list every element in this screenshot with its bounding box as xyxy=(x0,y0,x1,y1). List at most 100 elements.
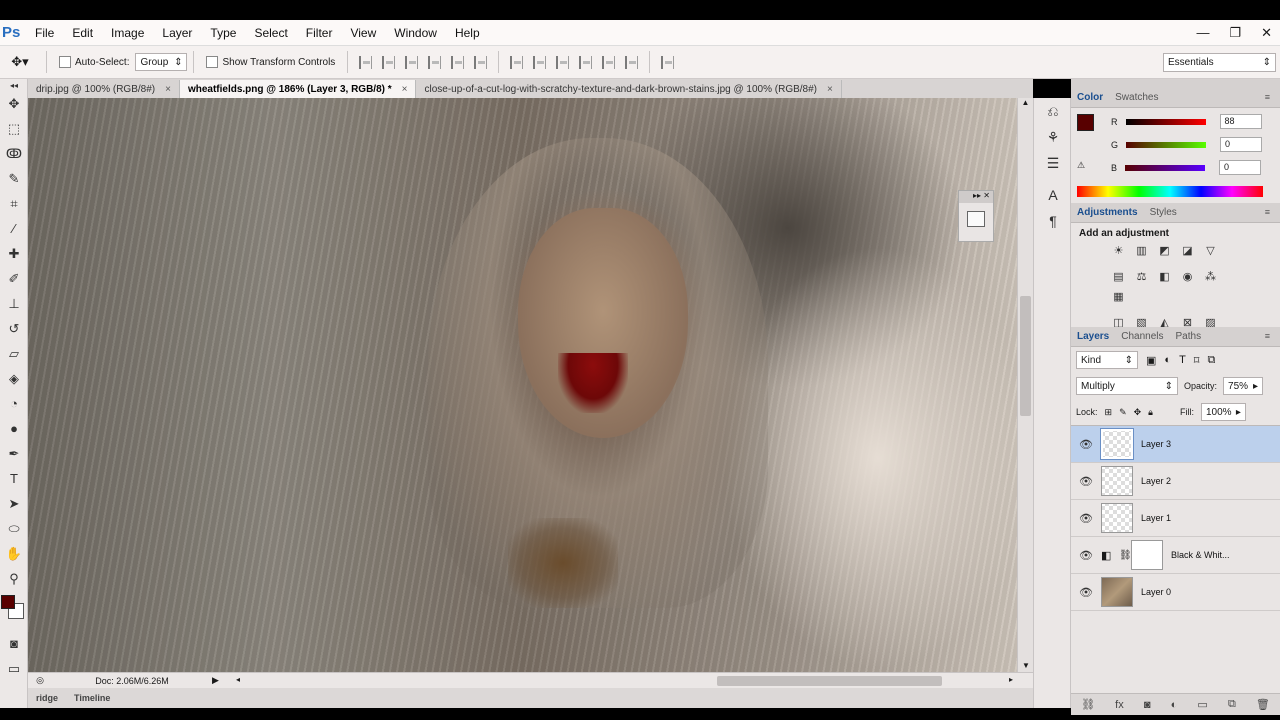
layer-row-layer-2[interactable]: 👁︎ Layer 2 xyxy=(1071,463,1280,500)
color-spectrum-ramp[interactable] xyxy=(1077,186,1263,197)
color-balance-icon[interactable]: ⚖ xyxy=(1134,270,1149,284)
minimize-button[interactable]: — xyxy=(1196,25,1209,40)
layer-name[interactable]: Layer 3 xyxy=(1141,439,1171,449)
blue-value[interactable]: 0 xyxy=(1219,160,1262,175)
pen-tool-icon[interactable]: ✒ xyxy=(0,441,28,466)
tool-presets-icon[interactable] xyxy=(967,211,985,227)
fx-icon[interactable]: fx xyxy=(1115,699,1124,711)
layer-filter-kind[interactable]: Kind ⇕ xyxy=(1076,351,1138,369)
new-adjustment-icon[interactable]: ◐ xyxy=(1171,699,1178,711)
green-value[interactable]: 0 xyxy=(1220,137,1263,152)
menu-help[interactable]: Help xyxy=(446,26,489,40)
healing-brush-tool-icon[interactable]: ✚ xyxy=(0,241,28,266)
panel-menu-icon[interactable]: ≡ xyxy=(1259,207,1276,217)
horizontal-scrollbar[interactable]: ◂ ▸ xyxy=(232,674,1033,688)
menu-view[interactable]: View xyxy=(341,26,385,40)
lock-all-icon[interactable]: 🔒︎ xyxy=(1148,407,1153,418)
layer-name[interactable]: Layer 2 xyxy=(1141,476,1171,486)
scroll-down-icon[interactable]: ▼ xyxy=(1018,661,1034,670)
quick-select-tool-icon[interactable]: ✎ xyxy=(0,166,28,191)
panel-menu-icon[interactable]: ≡ xyxy=(1259,331,1276,341)
tab-adjustments[interactable]: Adjustments xyxy=(1071,207,1144,218)
status-menu-icon[interactable]: ◎ xyxy=(28,675,52,686)
vertical-scrollbar[interactable]: ▲ ▼ xyxy=(1017,98,1033,672)
character-icon[interactable]: A xyxy=(1034,182,1072,208)
add-mask-icon[interactable]: ◙ xyxy=(1144,699,1151,711)
menu-filter[interactable]: Filter xyxy=(297,26,342,40)
doc-tab-wheatfields[interactable]: wheatfields.png @ 186% (Layer 3, RGB/8) … xyxy=(179,80,417,98)
history-icon[interactable]: ⎌ xyxy=(1034,98,1072,124)
panel-collapse-icon[interactable]: ▸▸ ✕ xyxy=(959,191,993,203)
green-slider[interactable] xyxy=(1126,141,1207,148)
lock-pixels-icon[interactable]: ✎ xyxy=(1119,407,1127,418)
marquee-tool-icon[interactable]: ⬚ xyxy=(0,116,28,141)
tab-swatches[interactable]: Swatches xyxy=(1109,92,1164,103)
distribute-top-icon[interactable] xyxy=(510,55,524,69)
tab-layers[interactable]: Layers xyxy=(1071,331,1115,342)
smart-object-filter-icon[interactable]: ⧉ xyxy=(1207,354,1215,367)
curves-icon[interactable]: ◩ xyxy=(1157,244,1172,258)
layer-name[interactable]: Layer 0 xyxy=(1141,587,1171,597)
brightness-contrast-icon[interactable]: ☀ xyxy=(1111,244,1126,258)
levels-icon[interactable]: ▥ xyxy=(1134,244,1149,258)
horizontal-scroll-thumb[interactable] xyxy=(717,675,942,686)
shape-filter-icon[interactable]: ⌑ xyxy=(1194,354,1200,367)
close-icon[interactable]: × xyxy=(827,84,833,95)
properties-icon[interactable]: ☰ xyxy=(1034,150,1072,176)
auto-select-dropdown[interactable]: Group ⇕ xyxy=(135,53,188,71)
type-filter-icon[interactable]: T xyxy=(1179,354,1186,366)
lock-position-icon[interactable]: ✥ xyxy=(1134,407,1142,418)
link-icon[interactable]: ⛓︎ xyxy=(1119,550,1132,561)
distribute-hcenter-icon[interactable] xyxy=(602,55,616,69)
lock-transparency-icon[interactable]: ⊞ xyxy=(1105,407,1113,418)
scroll-left-icon[interactable]: ◂ xyxy=(236,675,240,684)
new-group-icon[interactable]: ▭ xyxy=(1197,698,1207,711)
checkbox-icon[interactable] xyxy=(206,56,219,68)
stamp-tool-icon[interactable]: ⊥ xyxy=(0,291,28,316)
layer-row-black-white[interactable]: 👁︎ ◧ ⛓︎ Black & Whit... xyxy=(1071,537,1280,574)
paint-bucket-tool-icon[interactable]: ◈ xyxy=(0,366,28,391)
hand-tool-icon[interactable]: ✋ xyxy=(0,541,28,566)
menu-type[interactable]: Type xyxy=(201,26,245,40)
foreground-color-swatch[interactable] xyxy=(1,595,15,609)
visibility-eye-icon[interactable]: 👁︎ xyxy=(1071,549,1101,562)
align-top-icon[interactable] xyxy=(359,55,373,69)
menu-select[interactable]: Select xyxy=(245,26,296,40)
move-tool-icon[interactable]: ✥▾ xyxy=(0,54,40,70)
blend-mode-dropdown[interactable]: Multiply ⇕ xyxy=(1076,377,1178,395)
align-bottom-icon[interactable] xyxy=(405,55,419,69)
brush-tool-icon[interactable]: ✐ xyxy=(0,266,28,291)
auto-align-icon[interactable] xyxy=(661,55,675,69)
foreground-color-swatch[interactable] xyxy=(1077,114,1094,131)
tab-timeline[interactable]: Timeline xyxy=(66,693,118,703)
close-icon[interactable]: × xyxy=(402,84,408,95)
eraser-tool-icon[interactable]: ▱ xyxy=(0,341,28,366)
align-hcenter-icon[interactable] xyxy=(451,55,465,69)
visibility-eye-icon[interactable]: 👁︎ xyxy=(1071,586,1101,599)
tab-styles[interactable]: Styles xyxy=(1144,207,1183,218)
tab-color[interactable]: Color xyxy=(1071,92,1109,103)
auto-select-checkbox[interactable]: Auto-Select: xyxy=(59,56,129,68)
paragraph-icon[interactable]: ¶ xyxy=(1034,208,1072,234)
brush-presets-icon[interactable]: ⚘ xyxy=(1034,124,1072,150)
menu-window[interactable]: Window xyxy=(385,26,446,40)
black-white-icon[interactable]: ◧ xyxy=(1157,270,1172,284)
align-right-icon[interactable] xyxy=(474,55,488,69)
fill-field[interactable]: 100% ▸ xyxy=(1200,403,1246,421)
layer-row-layer-0[interactable]: 👁︎ Layer 0 xyxy=(1071,574,1280,611)
color-swatches[interactable] xyxy=(0,591,27,631)
status-arrow-icon[interactable]: ▶ xyxy=(212,675,232,686)
eyedropper-tool-icon[interactable]: ⁄ xyxy=(0,216,28,241)
menu-image[interactable]: Image xyxy=(102,26,153,40)
history-brush-tool-icon[interactable]: ↺ xyxy=(0,316,28,341)
layer-mask-thumbnail[interactable] xyxy=(1131,540,1163,570)
restore-button[interactable]: ❐ xyxy=(1229,25,1241,41)
distribute-left-icon[interactable] xyxy=(579,55,593,69)
layer-row-layer-1[interactable]: 👁︎ Layer 1 xyxy=(1071,500,1280,537)
close-button[interactable]: ✕ xyxy=(1261,25,1272,41)
visibility-eye-icon[interactable]: 👁︎ xyxy=(1071,438,1101,451)
doc-tab-log[interactable]: close-up-of-a-cut-log-with-scratchy-text… xyxy=(416,80,842,98)
menu-layer[interactable]: Layer xyxy=(153,26,201,40)
panel-menu-icon[interactable]: ≡ xyxy=(1259,92,1276,102)
layer-name[interactable]: Layer 1 xyxy=(1141,513,1171,523)
